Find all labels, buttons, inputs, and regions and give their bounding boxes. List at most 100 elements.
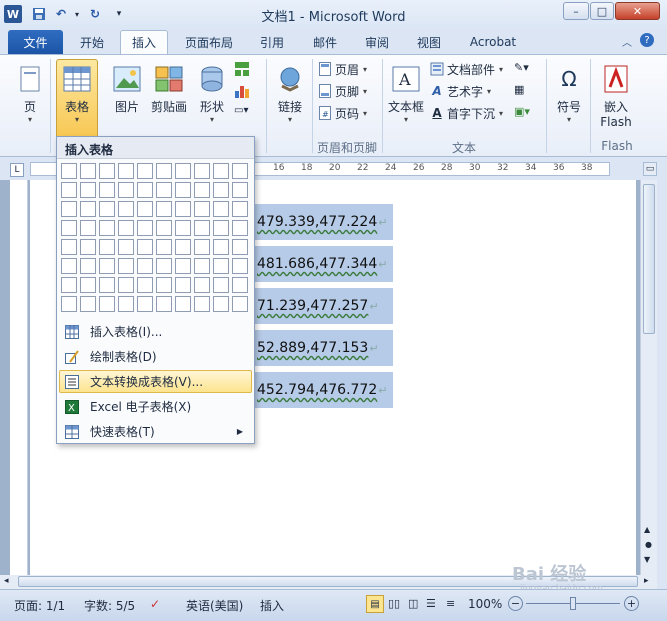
grid-cell[interactable] bbox=[80, 258, 96, 274]
grid-cell[interactable] bbox=[118, 163, 134, 179]
grid-cell[interactable] bbox=[118, 277, 134, 293]
proofing-icon[interactable]: ✓ bbox=[150, 597, 160, 611]
grid-cell[interactable] bbox=[61, 239, 77, 255]
grid-cell[interactable] bbox=[118, 239, 134, 255]
prev-page-icon[interactable]: ▲ bbox=[644, 525, 650, 534]
grid-cell[interactable] bbox=[156, 163, 172, 179]
clipart-button[interactable]: 剪贴画 bbox=[148, 59, 190, 135]
embed-flash-button[interactable]: 嵌入 Flash bbox=[596, 59, 636, 135]
page-button[interactable]: 页 ▾ bbox=[12, 59, 48, 135]
grid-cell[interactable] bbox=[118, 220, 134, 236]
language[interactable]: 英语(美国) bbox=[186, 597, 243, 614]
grid-cell[interactable] bbox=[137, 296, 153, 312]
menu-item-excel[interactable]: X Excel 电子表格(X) bbox=[59, 395, 252, 418]
grid-cell[interactable] bbox=[61, 277, 77, 293]
grid-cell[interactable] bbox=[194, 277, 210, 293]
grid-cell[interactable] bbox=[175, 296, 191, 312]
document-line[interactable]: 71.239,477.257 ↵ bbox=[255, 288, 393, 324]
menu-item-insert-table[interactable]: 插入表格(I)... bbox=[59, 320, 252, 343]
full-screen-reading-icon[interactable]: ▯▯ bbox=[388, 597, 400, 610]
print-layout-icon[interactable]: ▤ bbox=[366, 595, 384, 613]
grid-cell[interactable] bbox=[175, 201, 191, 217]
docparts-button[interactable]: 文档部件 ▾ bbox=[430, 59, 503, 79]
grid-cell[interactable] bbox=[156, 220, 172, 236]
menu-item-quick-tables[interactable]: 快速表格(T) ▶ bbox=[59, 420, 252, 443]
date-time-icon[interactable]: ▦ bbox=[514, 83, 524, 96]
grid-cell[interactable] bbox=[232, 239, 248, 255]
grid-cell[interactable] bbox=[213, 239, 229, 255]
grid-cell[interactable] bbox=[232, 258, 248, 274]
grid-cell[interactable] bbox=[99, 182, 115, 198]
grid-cell[interactable] bbox=[61, 163, 77, 179]
grid-cell[interactable] bbox=[137, 239, 153, 255]
tab-page-layout[interactable]: 页面布局 bbox=[176, 30, 242, 54]
grid-cell[interactable] bbox=[175, 163, 191, 179]
grid-cell[interactable] bbox=[99, 277, 115, 293]
grid-cell[interactable] bbox=[175, 277, 191, 293]
grid-cell[interactable] bbox=[99, 163, 115, 179]
collapse-ribbon-icon[interactable]: ︿ bbox=[622, 34, 632, 49]
grid-cell[interactable] bbox=[80, 239, 96, 255]
grid-cell[interactable] bbox=[61, 258, 77, 274]
link-button[interactable]: 链接 ▾ bbox=[272, 59, 308, 135]
grid-cell[interactable] bbox=[80, 277, 96, 293]
grid-cell[interactable] bbox=[61, 182, 77, 198]
grid-cell[interactable] bbox=[137, 182, 153, 198]
grid-cell[interactable] bbox=[80, 220, 96, 236]
menu-item-draw-table[interactable]: 绘制表格(D) bbox=[59, 345, 252, 368]
grid-cell[interactable] bbox=[175, 258, 191, 274]
page-number-button[interactable]: # 页码 ▾ bbox=[318, 103, 367, 123]
menu-item-text-to-table[interactable]: 文本转换成表格(V)... bbox=[59, 370, 252, 393]
grid-cell[interactable] bbox=[156, 296, 172, 312]
draft-icon[interactable]: ≡ bbox=[446, 597, 455, 610]
zoom-level[interactable]: 100% bbox=[468, 597, 502, 611]
grid-cell[interactable] bbox=[213, 163, 229, 179]
help-icon[interactable]: ? bbox=[640, 33, 654, 47]
chart-icon[interactable] bbox=[234, 83, 252, 101]
grid-cell[interactable] bbox=[99, 296, 115, 312]
grid-cell[interactable] bbox=[137, 258, 153, 274]
grid-cell[interactable] bbox=[194, 182, 210, 198]
grid-cell[interactable] bbox=[175, 182, 191, 198]
grid-cell[interactable] bbox=[99, 239, 115, 255]
tab-insert[interactable]: 插入 bbox=[120, 30, 168, 54]
grid-cell[interactable] bbox=[156, 201, 172, 217]
outline-icon[interactable]: ☰ bbox=[426, 597, 436, 610]
signature-line-icon[interactable]: ✎▾ bbox=[514, 61, 529, 74]
dropcap-button[interactable]: A 首字下沉 ▾ bbox=[430, 103, 503, 123]
grid-cell[interactable] bbox=[232, 277, 248, 293]
smartart-icon[interactable] bbox=[234, 61, 252, 79]
grid-cell[interactable] bbox=[232, 220, 248, 236]
grid-cell[interactable] bbox=[137, 220, 153, 236]
grid-cell[interactable] bbox=[118, 258, 134, 274]
document-line[interactable]: 452.794,476.772 ↵ bbox=[255, 372, 393, 408]
minimize-button[interactable]: – bbox=[563, 2, 589, 20]
vertical-ruler[interactable] bbox=[10, 180, 28, 575]
table-button[interactable]: 表格 ▾ bbox=[56, 59, 98, 141]
grid-cell[interactable] bbox=[213, 182, 229, 198]
grid-cell[interactable] bbox=[194, 296, 210, 312]
grid-cell[interactable] bbox=[118, 296, 134, 312]
textbox-button[interactable]: A 文本框 ▾ bbox=[386, 59, 426, 135]
grid-cell[interactable] bbox=[194, 163, 210, 179]
grid-cell[interactable] bbox=[61, 296, 77, 312]
grid-cell[interactable] bbox=[61, 220, 77, 236]
grid-cell[interactable] bbox=[137, 201, 153, 217]
grid-cell[interactable] bbox=[99, 258, 115, 274]
grid-cell[interactable] bbox=[99, 201, 115, 217]
symbol-button[interactable]: Ω 符号 ▾ bbox=[552, 59, 586, 135]
screenshot-icon[interactable]: ▭▾ bbox=[234, 105, 260, 123]
tab-acrobat[interactable]: Acrobat bbox=[462, 30, 524, 54]
grid-cell[interactable] bbox=[194, 201, 210, 217]
scroll-right-icon[interactable]: ▸ bbox=[644, 576, 649, 586]
tab-selector-icon[interactable]: L bbox=[10, 163, 24, 177]
tab-mailings[interactable]: 邮件 bbox=[304, 30, 346, 54]
grid-cell[interactable] bbox=[194, 239, 210, 255]
tab-view[interactable]: 视图 bbox=[408, 30, 450, 54]
insert-mode[interactable]: 插入 bbox=[260, 597, 284, 614]
next-page-icon[interactable]: ▼ bbox=[644, 555, 650, 564]
footer-button[interactable]: 页脚 ▾ bbox=[318, 81, 367, 101]
grid-cell[interactable] bbox=[156, 277, 172, 293]
header-button[interactable]: 页眉 ▾ bbox=[318, 59, 367, 79]
document-line[interactable]: 481.686,477.344 ↵ bbox=[255, 246, 393, 282]
